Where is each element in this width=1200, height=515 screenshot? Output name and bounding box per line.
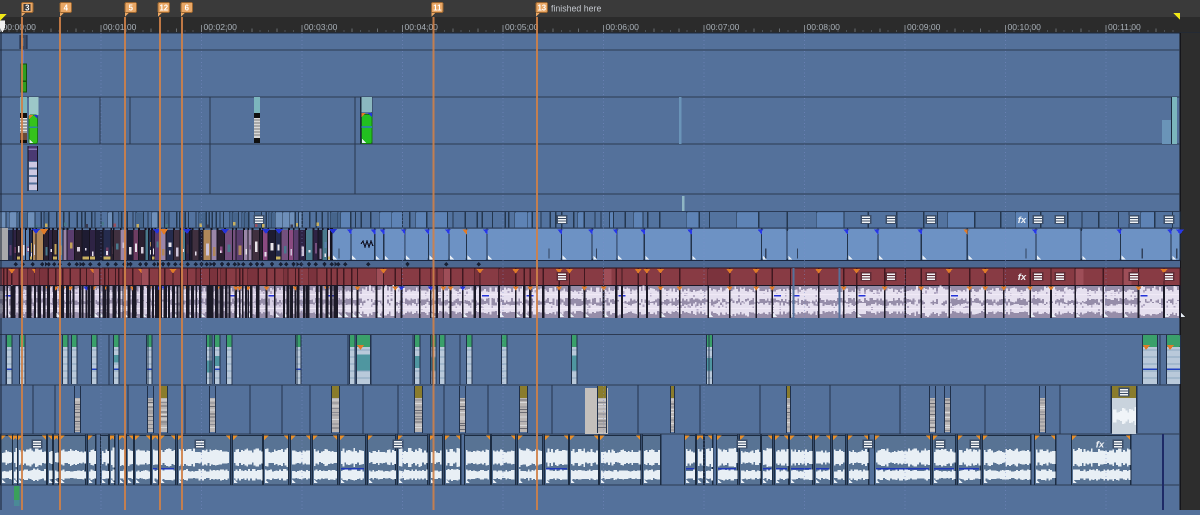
svg-text:6: 6 xyxy=(185,4,190,13)
svg-text:fx: fx xyxy=(1096,440,1105,451)
svg-text:00:07:00: 00:07:00 xyxy=(706,22,740,32)
svg-text:00:11:00: 00:11:00 xyxy=(1108,22,1141,32)
svg-text:4: 4 xyxy=(64,4,69,13)
svg-text:3: 3 xyxy=(25,4,30,13)
svg-text:11: 11 xyxy=(433,4,442,13)
svg-text:5: 5 xyxy=(129,4,134,13)
svg-text:00:06:00: 00:06:00 xyxy=(606,22,640,32)
svg-text:00:02:00: 00:02:00 xyxy=(204,22,238,32)
svg-text:00:01:00: 00:01:00 xyxy=(103,22,137,32)
svg-text:00:10:00: 00:10:00 xyxy=(1008,22,1042,32)
svg-text:00:03:00: 00:03:00 xyxy=(304,22,338,32)
svg-text:finished here: finished here xyxy=(551,4,601,14)
svg-text:00:05:00: 00:05:00 xyxy=(505,22,539,32)
svg-text:fx: fx xyxy=(1018,272,1027,283)
svg-text:13: 13 xyxy=(537,4,546,13)
svg-text:00:00:00: 00:00:00 xyxy=(3,22,37,32)
svg-text:00:09:00: 00:09:00 xyxy=(907,22,941,32)
svg-text:12: 12 xyxy=(159,4,168,13)
svg-text:fx: fx xyxy=(1018,215,1027,226)
svg-text:00:08:00: 00:08:00 xyxy=(807,22,841,32)
